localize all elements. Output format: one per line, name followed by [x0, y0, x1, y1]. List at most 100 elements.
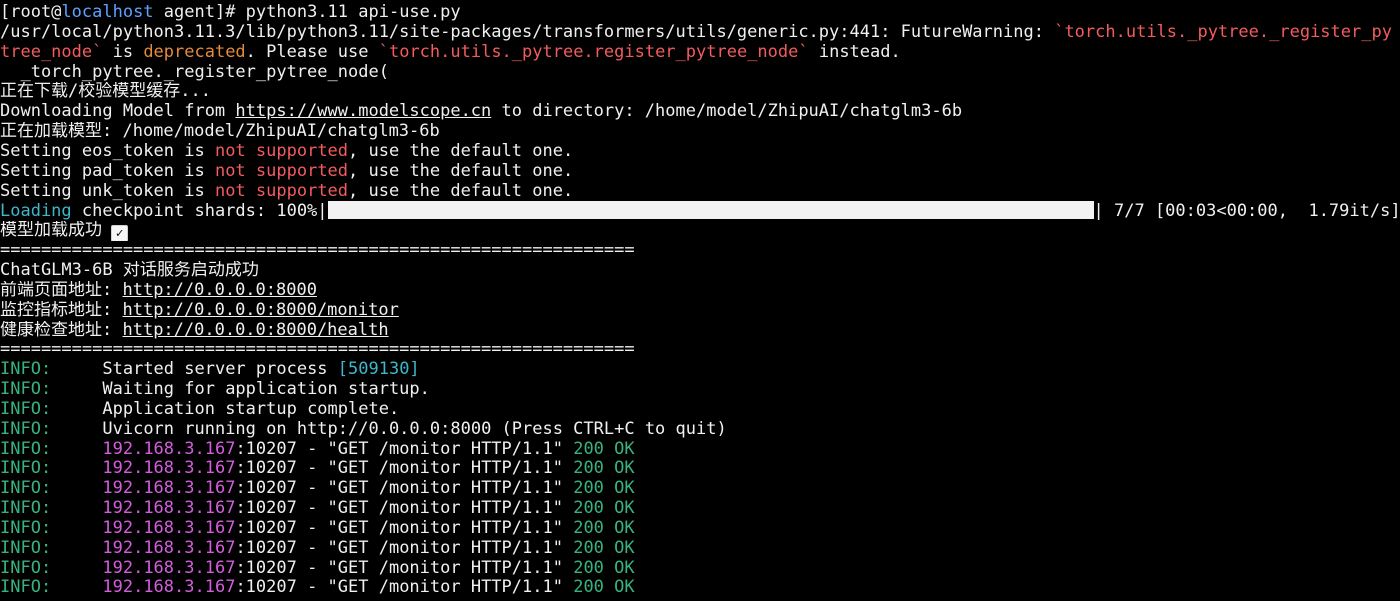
download-suffix: to directory: /home/model/ZhipuAI/chatgl… [491, 102, 963, 122]
modelscope-link[interactable]: https://www.modelscope.cn [235, 102, 491, 121]
info-started: INFO: Started server process [509130] [0, 360, 1400, 380]
info-message: Application startup complete. [102, 399, 400, 419]
request-line: :10207 - "GET /monitor HTTP/1.1" [235, 459, 574, 479]
terminal-window[interactable]: [root@localhost agent]# python3.11 api-u… [0, 0, 1400, 601]
endpoint-link[interactable]: http://0.0.0.0:8000 [122, 281, 316, 300]
prompt-host: localhost [61, 3, 154, 22]
token-supported: supported [255, 181, 349, 201]
token-is: is [184, 181, 215, 201]
info-message: Uvicorn running on http://0.0.0.0:8000 (… [102, 419, 727, 439]
endpoint-label: 监控指标地址: [0, 300, 123, 320]
info-complete: INFO: Application startup complete. [0, 400, 1400, 420]
warning-instead: instead. [808, 41, 901, 62]
prompt-command: python3.11 api-use.py [245, 3, 461, 22]
info-tag: INFO: [0, 558, 52, 578]
warning-trace-line: _torch_pytree._register_pytree_node( [0, 62, 389, 82]
prompt-line: [root@localhost agent]# python3.11 api-u… [0, 3, 1400, 23]
warning-code-new: `torch.utils._pytree.register_pytree_nod… [378, 41, 809, 62]
endpoint-link[interactable]: http://0.0.0.0:8000/health [122, 321, 388, 340]
warning-is: is [102, 41, 144, 62]
token-is: is [184, 161, 215, 181]
access-log-row: INFO: 192.168.3.167:10207 - "GET /monito… [0, 559, 1400, 579]
status-code: 200 OK [573, 439, 635, 459]
service-title: ChatGLM3-6B 对话服务启动成功 [0, 260, 259, 280]
info-tag: INFO: [0, 399, 52, 419]
status-code: 200 OK [573, 459, 635, 479]
request-line: :10207 - "GET /monitor HTTP/1.1" [235, 518, 574, 538]
checkpoint-progress-bar [327, 201, 1094, 220]
token-line-pad: Setting pad_token is not supported, use … [0, 162, 1400, 182]
token-prefix: Setting unk_token [0, 181, 185, 201]
status-code: 200 OK [573, 558, 635, 578]
prompt-path: agent]# [153, 3, 246, 22]
warning-deprecated: deprecated [143, 41, 246, 62]
access-log-row: INFO: 192.168.3.167:10207 - "GET /monito… [0, 519, 1400, 539]
info-tag: INFO: [0, 538, 52, 558]
status-code: 200 OK [573, 479, 635, 499]
client-ip: 192.168.3.167 [102, 479, 236, 499]
token-line-eos: Setting eos_token is not supported, use … [0, 142, 1400, 162]
info-tag: INFO: [0, 479, 52, 499]
access-log-row: INFO: 192.168.3.167:10207 - "GET /monito… [0, 459, 1400, 479]
info-tag: INFO: [0, 380, 52, 400]
client-ip: 192.168.3.167 [102, 578, 236, 598]
info-tag: INFO: [0, 419, 52, 439]
prompt-open: [root@ [0, 3, 62, 22]
request-line: :10207 - "GET /monitor HTTP/1.1" [235, 558, 574, 578]
status-code: 200 OK [573, 518, 635, 538]
info-tag: INFO: [0, 360, 52, 380]
info-message: Started server process [102, 360, 338, 380]
warning-please-use: . Please use [245, 41, 379, 62]
client-ip: 192.168.3.167 [102, 558, 236, 578]
client-ip: 192.168.3.167 [102, 439, 236, 459]
checkpoint-loading: Loading [0, 201, 72, 222]
loading-model-line: 正在加载模型: /home/model/ZhipuAI/chatglm3-6b [0, 122, 440, 142]
info-tag: INFO: [0, 518, 52, 538]
client-ip: 192.168.3.167 [102, 538, 236, 558]
checkmark-icon: ✓ [111, 225, 129, 242]
access-log-row: INFO: 192.168.3.167:10207 - "GET /monito… [0, 440, 1400, 460]
separator-bottom: ========================================… [0, 340, 635, 360]
client-ip: 192.168.3.167 [102, 459, 236, 479]
client-ip: 192.168.3.167 [102, 499, 236, 519]
request-line: :10207 - "GET /monitor HTTP/1.1" [235, 479, 574, 499]
warning-prefix: /usr/local/python3.11.3/lib/python3.11/s… [0, 22, 1055, 42]
info-tag: INFO: [0, 459, 52, 479]
status-code: 200 OK [573, 538, 635, 558]
token-suffix: , use the default one. [348, 141, 574, 161]
checkpoint-progress-fill [327, 201, 1094, 220]
access-log-row: INFO: 192.168.3.167:10207 - "GET /monito… [0, 479, 1400, 499]
server-pid: [509130] [337, 360, 420, 380]
download-line: Downloading Model from https://www.model… [0, 102, 1400, 122]
endpoint-link[interactable]: http://0.0.0.0:8000/monitor [122, 301, 398, 320]
endpoint-label: 健康检查地址: [0, 320, 123, 340]
endpoint-monitor: 监控指标地址: http://0.0.0.0:8000/monitor [0, 301, 1400, 321]
request-line: :10207 - "GET /monitor HTTP/1.1" [235, 499, 574, 519]
token-line-unk: Setting unk_token is not supported, use … [0, 182, 1400, 202]
token-not: not [214, 161, 256, 181]
endpoint-label: 前端页面地址: [0, 280, 123, 300]
token-supported: supported [255, 141, 349, 161]
future-warning-line: /usr/local/python3.11.3/lib/python3.11/s… [0, 23, 1400, 63]
info-uvicorn: INFO: Uvicorn running on http://0.0.0.0:… [0, 420, 1400, 440]
info-tag: INFO: [0, 499, 52, 519]
token-supported: supported [255, 161, 349, 181]
token-is: is [184, 141, 215, 161]
access-log-row: INFO: 192.168.3.167:10207 - "GET /monito… [0, 539, 1400, 559]
token-not: not [214, 141, 256, 161]
checkpoint-label: checkpoint shards: 100%| [71, 201, 328, 222]
status-code: 200 OK [573, 578, 635, 598]
client-ip: 192.168.3.167 [102, 518, 236, 538]
info-message: Waiting for application startup. [102, 380, 430, 400]
status-code: 200 OK [573, 499, 635, 519]
endpoint-frontend: 前端页面地址: http://0.0.0.0:8000 [0, 281, 1400, 301]
info-tag: INFO: [0, 578, 52, 598]
info-tag: INFO: [0, 439, 52, 459]
token-prefix: Setting pad_token [0, 161, 185, 181]
token-not: not [214, 181, 256, 201]
download-cache-line: 正在下载/校验模型缓存... [0, 82, 211, 102]
request-line: :10207 - "GET /monitor HTTP/1.1" [235, 538, 574, 558]
download-prefix: Downloading Model from [0, 102, 236, 122]
checkpoint-stats: | 7/7 [00:03<00:00, 1.79it/s] [1093, 201, 1400, 222]
access-log-row: INFO: 192.168.3.167:10207 - "GET /monito… [0, 499, 1400, 519]
